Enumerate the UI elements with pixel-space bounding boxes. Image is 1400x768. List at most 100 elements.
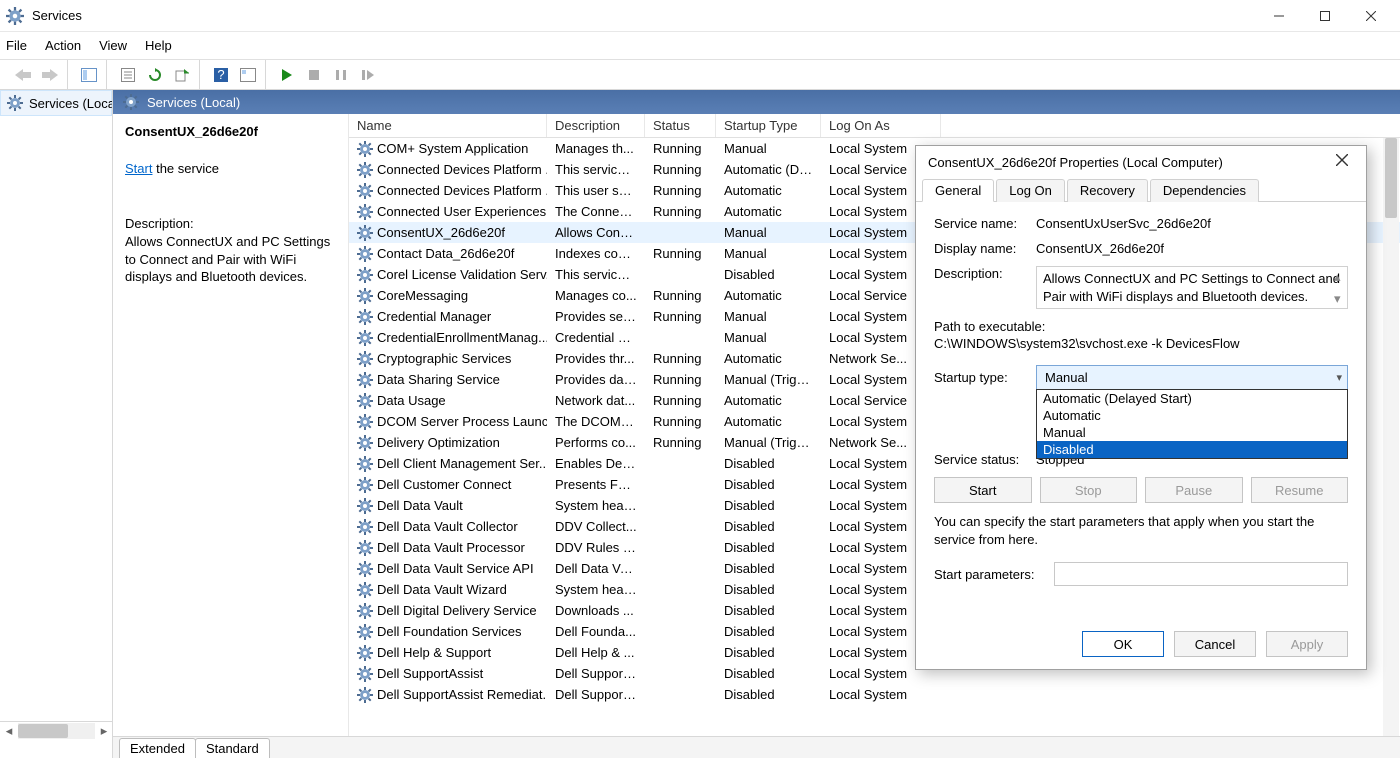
- gear-icon: [357, 414, 373, 430]
- service-desc-cell: Dell Data Va...: [547, 561, 645, 576]
- service-name-cell: Delivery Optimization: [377, 435, 500, 450]
- service-status-cell: Running: [645, 309, 716, 324]
- option-automatic[interactable]: Automatic: [1037, 407, 1347, 424]
- minimize-button[interactable]: [1256, 0, 1302, 32]
- table-row[interactable]: Dell SupportAssist Remediat...Dell Suppo…: [349, 684, 1400, 705]
- list-header: Name Description Status Startup Type Log…: [349, 114, 1400, 138]
- tree-horiz-scrollbar[interactable]: ◂▸: [0, 721, 113, 739]
- stop-button[interactable]: Stop: [1040, 477, 1138, 503]
- maximize-button[interactable]: [1302, 0, 1348, 32]
- apply-button[interactable]: Apply: [1266, 631, 1348, 657]
- gear-icon: [357, 162, 373, 178]
- ok-button[interactable]: OK: [1082, 631, 1164, 657]
- col-status[interactable]: Status: [645, 114, 716, 137]
- start-params-input[interactable]: [1054, 562, 1348, 586]
- menu-file[interactable]: File: [6, 38, 27, 53]
- show-hide-tree-button[interactable]: [77, 63, 101, 87]
- back-button[interactable]: [11, 63, 35, 87]
- service-name-cell: Dell Digital Delivery Service: [377, 603, 537, 618]
- startup-type-dropdown[interactable]: Automatic (Delayed Start) Automatic Manu…: [1036, 389, 1348, 459]
- service-name-cell: Dell Data Vault Service API: [377, 561, 534, 576]
- col-logon[interactable]: Log On As: [821, 114, 941, 137]
- dialog-close-button[interactable]: [1330, 153, 1354, 171]
- menu-action[interactable]: Action: [45, 38, 81, 53]
- start-button[interactable]: Start: [934, 477, 1032, 503]
- service-name-cell: ConsentUX_26d6e20f: [377, 225, 505, 240]
- menu-view[interactable]: View: [99, 38, 127, 53]
- service-startup-cell: Disabled: [716, 561, 821, 576]
- resume-button[interactable]: Resume: [1251, 477, 1349, 503]
- menu-help[interactable]: Help: [145, 38, 172, 53]
- gear-icon: [7, 95, 23, 111]
- col-startup[interactable]: Startup Type: [716, 114, 821, 137]
- service-name-cell: Dell SupportAssist Remediat...: [377, 687, 547, 702]
- tab-recovery[interactable]: Recovery: [1067, 179, 1148, 202]
- refresh-button[interactable]: [143, 63, 167, 87]
- gear-icon: [357, 330, 373, 346]
- option-disabled[interactable]: Disabled: [1037, 441, 1347, 458]
- tree-pane: Services (Local: [0, 90, 113, 758]
- startup-type-select[interactable]: Manual ▾: [1036, 365, 1348, 390]
- service-desc-cell: Manages th...: [547, 141, 645, 156]
- vertical-scrollbar[interactable]: [1383, 138, 1399, 736]
- toolbar: ?: [0, 60, 1400, 90]
- properties-button[interactable]: [116, 63, 140, 87]
- tab-standard[interactable]: Standard: [195, 738, 270, 758]
- gear-icon: [357, 498, 373, 514]
- service-startup-cell: Disabled: [716, 540, 821, 555]
- dialog-title: ConsentUX_26d6e20f Properties (Local Com…: [928, 155, 1330, 170]
- close-button[interactable]: [1348, 0, 1394, 32]
- gear-icon: [357, 204, 373, 220]
- forward-button[interactable]: [38, 63, 62, 87]
- tab-general[interactable]: General: [922, 179, 994, 202]
- desc-scrollbar[interactable]: ▴▾: [1334, 268, 1346, 307]
- service-startup-cell: Disabled: [716, 666, 821, 681]
- start-service-link[interactable]: Start: [125, 161, 152, 176]
- help-button[interactable]: ?: [209, 63, 233, 87]
- restart-service-button[interactable]: [356, 63, 380, 87]
- value-description[interactable]: Allows ConnectUX and PC Settings to Conn…: [1036, 266, 1348, 309]
- service-startup-cell: Manual: [716, 225, 821, 240]
- service-desc-cell: DDV Rules P...: [547, 540, 645, 555]
- service-desc-cell: Manages co...: [547, 288, 645, 303]
- app-icon: [6, 7, 24, 25]
- col-description[interactable]: Description: [547, 114, 645, 137]
- chevron-down-icon: ▾: [1336, 371, 1342, 384]
- pause-service-button[interactable]: [329, 63, 353, 87]
- export-button[interactable]: [170, 63, 194, 87]
- service-status-cell: Running: [645, 351, 716, 366]
- service-startup-cell: Manual: [716, 309, 821, 324]
- gear-icon: [357, 519, 373, 535]
- service-name-cell: Dell Data Vault Wizard: [377, 582, 507, 597]
- service-desc-cell: System healt...: [547, 498, 645, 513]
- option-manual[interactable]: Manual: [1037, 424, 1347, 441]
- tab-extended[interactable]: Extended: [119, 738, 196, 758]
- cancel-button[interactable]: Cancel: [1174, 631, 1256, 657]
- tab-dependencies[interactable]: Dependencies: [1150, 179, 1259, 202]
- service-desc-cell: Dell Support...: [547, 666, 645, 681]
- toolbar-icon[interactable]: [236, 63, 260, 87]
- col-name[interactable]: Name: [349, 114, 547, 137]
- dialog-titlebar[interactable]: ConsentUX_26d6e20f Properties (Local Com…: [916, 146, 1366, 178]
- service-startup-cell: Disabled: [716, 477, 821, 492]
- service-desc-cell: Indexes cont...: [547, 246, 645, 261]
- tree-root-services[interactable]: Services (Local: [0, 90, 112, 116]
- stop-service-button[interactable]: [302, 63, 326, 87]
- service-status-cell: Running: [645, 372, 716, 387]
- service-startup-cell: Disabled: [716, 582, 821, 597]
- service-desc-cell: System healt...: [547, 582, 645, 597]
- service-startup-cell: Manual: [716, 246, 821, 261]
- service-desc-cell: Network dat...: [547, 393, 645, 408]
- option-auto-delayed[interactable]: Automatic (Delayed Start): [1037, 390, 1347, 407]
- pause-button[interactable]: Pause: [1145, 477, 1243, 503]
- tab-logon[interactable]: Log On: [996, 179, 1065, 202]
- start-service-button[interactable]: [275, 63, 299, 87]
- start-service-text: the service: [152, 161, 218, 176]
- start-params-hint: You can specify the start parameters tha…: [934, 513, 1348, 548]
- service-name-cell: Credential Manager: [377, 309, 491, 324]
- value-path: C:\WINDOWS\system32\svchost.exe -k Devic…: [934, 336, 1348, 351]
- titlebar: Services: [0, 0, 1400, 32]
- service-name-cell: Dell Customer Connect: [377, 477, 511, 492]
- service-desc-cell: Enables Dell ...: [547, 456, 645, 471]
- service-startup-cell: Disabled: [716, 267, 821, 282]
